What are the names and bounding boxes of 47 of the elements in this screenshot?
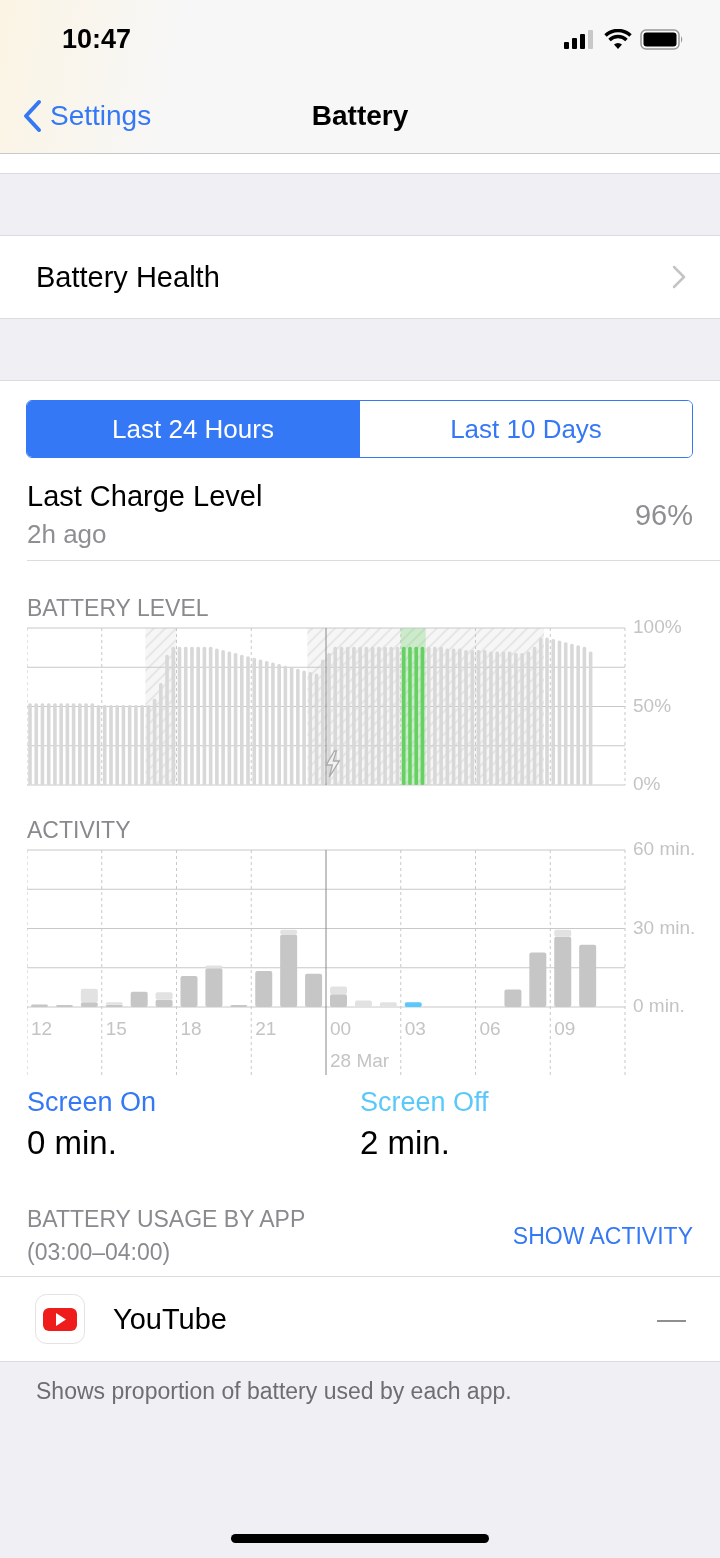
wifi-icon: [604, 28, 632, 50]
axis-label: 00: [330, 1018, 352, 1039]
status-time: 10:47: [62, 23, 132, 55]
axis-label: 03: [404, 1018, 426, 1039]
axis-label: 12: [31, 1018, 53, 1039]
last-charge-value: 96%: [634, 498, 693, 532]
axis-label: 100%: [633, 618, 682, 637]
screen-time-value: 0 min.: [27, 1124, 118, 1162]
section-heading: ACTIVITY: [27, 817, 132, 844]
axis-label: 50%: [633, 694, 672, 716]
activity-bar: [354, 1000, 372, 1007]
screen-time-label: Screen Off: [360, 1087, 490, 1118]
app-row[interactable]: YouTube —: [0, 1276, 720, 1362]
back-button[interactable]: Settings: [0, 98, 152, 133]
screen-time-label: Screen On: [27, 1087, 158, 1118]
axis-label: 60 min.: [633, 840, 696, 859]
app-usage: —: [657, 1302, 686, 1336]
axis-label: 0%: [633, 773, 661, 793]
time-range: (03:00–04:00): [27, 1239, 172, 1266]
axis-label: 18: [180, 1018, 202, 1039]
axis-label: 0 min.: [633, 995, 685, 1016]
section-heading: BATTERY LEVEL: [27, 595, 210, 622]
battery-icon: [640, 28, 684, 50]
date-label: 28 Mar: [330, 1050, 390, 1071]
axis-label: 09: [554, 1018, 576, 1039]
lightning-icon: [325, 750, 341, 778]
last-charge-time: 2h ago: [27, 519, 108, 550]
app-name: YouTube: [113, 1302, 228, 1336]
axis-label: 15: [105, 1018, 127, 1039]
chevron-left-icon: [22, 98, 42, 133]
axis-label: 06: [479, 1018, 501, 1039]
screen-time-value: 2 min.: [360, 1124, 451, 1162]
range-tab[interactable]: Last 24 Hours: [27, 401, 359, 457]
axis-label: 21: [255, 1018, 277, 1039]
nav-title: Battery: [311, 99, 409, 132]
range-tab[interactable]: Last 10 Days: [359, 401, 692, 457]
battery-health-row[interactable]: Battery Health: [0, 235, 720, 319]
play-logo-icon: [35, 1294, 85, 1344]
activity-bar: [404, 1002, 422, 1007]
show-activity-button[interactable]: SHOW ACTIVITY: [512, 1222, 693, 1250]
section-heading: BATTERY USAGE BY APP: [27, 1206, 306, 1233]
chevron-right-icon: [672, 265, 686, 289]
last-charge-title: Last Charge Level: [27, 480, 263, 513]
axis-label: 30 min.: [633, 916, 696, 938]
signal-icon: [564, 29, 596, 49]
footer-note: Shows proportion of battery used by each app.: [36, 1378, 512, 1404]
activity-bar: [379, 1002, 397, 1007]
